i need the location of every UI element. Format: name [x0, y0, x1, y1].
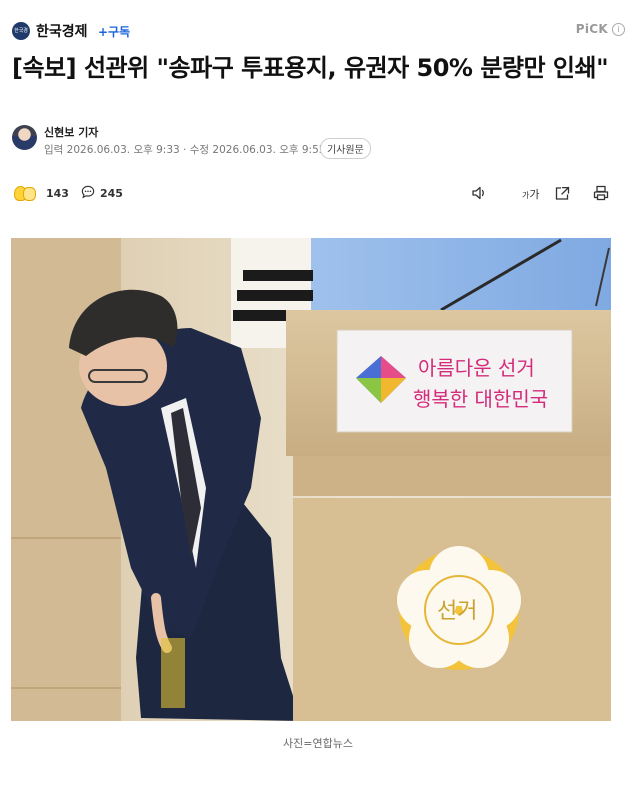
info-icon[interactable]: i [612, 23, 625, 36]
reporter-name[interactable]: 신현보 기자 [44, 124, 98, 140]
modified-label: 수정 [189, 144, 210, 156]
sign-text-line2: 행복한 대한민국 [413, 387, 548, 411]
photo-caption: 사진=연합뉴스 [283, 737, 353, 750]
speech-bubble-icon[interactable] [81, 185, 95, 199]
original-article-button[interactable]: 기사원문 [320, 138, 371, 159]
input-time: 2026.06.03. 오후 9:33 [66, 144, 180, 156]
input-label: 입력 [44, 144, 64, 156]
reporter-avatar[interactable] [12, 125, 37, 150]
article-toolbar: 143 245 가가 [12, 183, 612, 205]
pick-label: PiCK [575, 22, 608, 36]
article-headline: [속보] 선관위 "송파구 투표용지, 유권자 50% 분량만 인쇄" [12, 54, 609, 82]
reaction-button[interactable]: 143 [12, 183, 72, 205]
top-bar: 한국경제 한국경제 +구독 PiCK i [0, 0, 636, 48]
reaction-count: 143 [46, 187, 69, 200]
font-size-button[interactable]: 가가 [522, 186, 540, 202]
article-dateline: 입력 2026.06.03. 오후 9:33 · 수정 2026.06.03. … [44, 142, 325, 157]
print-icon[interactable] [592, 184, 610, 202]
dot-separator: · [183, 144, 187, 156]
emblem-text: 선거 [437, 599, 477, 624]
article-photo[interactable]: 아름다운 선거 행복한 대한민국 선거 [11, 238, 611, 721]
speaker-icon[interactable] [470, 184, 488, 202]
sign-text-line1: 아름다운 선거 [418, 356, 535, 380]
modified-time: 2026.06.03. 오후 9:55 [212, 144, 326, 156]
press-name[interactable]: 한국경제 [36, 21, 88, 41]
comment-count[interactable]: 245 [100, 187, 123, 200]
press-logo[interactable]: 한국경제 [12, 22, 30, 40]
thumb-icon [23, 187, 36, 201]
share-icon[interactable] [553, 184, 571, 202]
font-size-large-label: 가 [529, 188, 540, 201]
subscribe-button[interactable]: +구독 [98, 23, 130, 40]
